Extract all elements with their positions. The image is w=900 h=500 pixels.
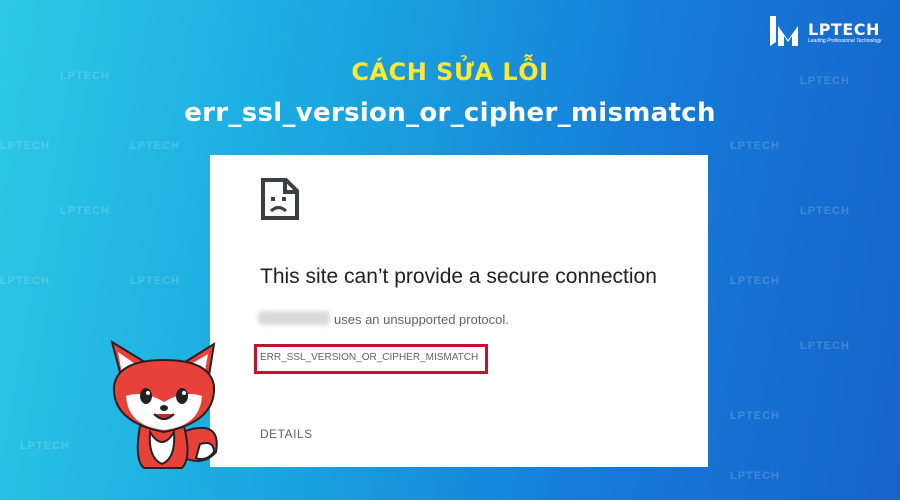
fox-mascot-icon — [110, 340, 218, 469]
watermark: LPTECH — [130, 140, 180, 152]
lptech-logo-icon — [770, 16, 798, 46]
brand-name: LPTECH — [808, 20, 880, 39]
watermark: LPTECH — [730, 410, 780, 422]
details-button[interactable]: DETAILS — [260, 427, 313, 441]
banner-title: CÁCH SỬA LỖI — [351, 58, 549, 86]
error-message: uses an unsupported protocol. — [334, 312, 509, 327]
watermark: LPTECH — [130, 275, 180, 287]
watermark: LPTECH — [730, 275, 780, 287]
watermark: LPTECH — [20, 440, 70, 452]
watermark: LPTECH — [0, 275, 50, 287]
error-code: ERR_SSL_VERSION_OR_CIPHER_MISMATCH — [260, 352, 479, 363]
error-heading: This site can’t provide a secure connect… — [260, 265, 657, 288]
blurred-domain — [258, 311, 330, 325]
browser-error-page: This site can’t provide a secure connect… — [210, 155, 708, 467]
watermark: LPTECH — [0, 140, 50, 152]
watermark: LPTECH — [800, 205, 850, 217]
watermark: LPTECH — [730, 140, 780, 152]
watermark: LPTECH — [60, 205, 110, 217]
banner-subtitle: err_ssl_version_or_cipher_mismatch — [184, 98, 716, 128]
sad-page-icon — [261, 178, 299, 220]
brand-tagline: Leading Professional Technology — [808, 38, 882, 44]
watermark: LPTECH — [800, 340, 850, 352]
watermark: LPTECH — [730, 470, 780, 482]
